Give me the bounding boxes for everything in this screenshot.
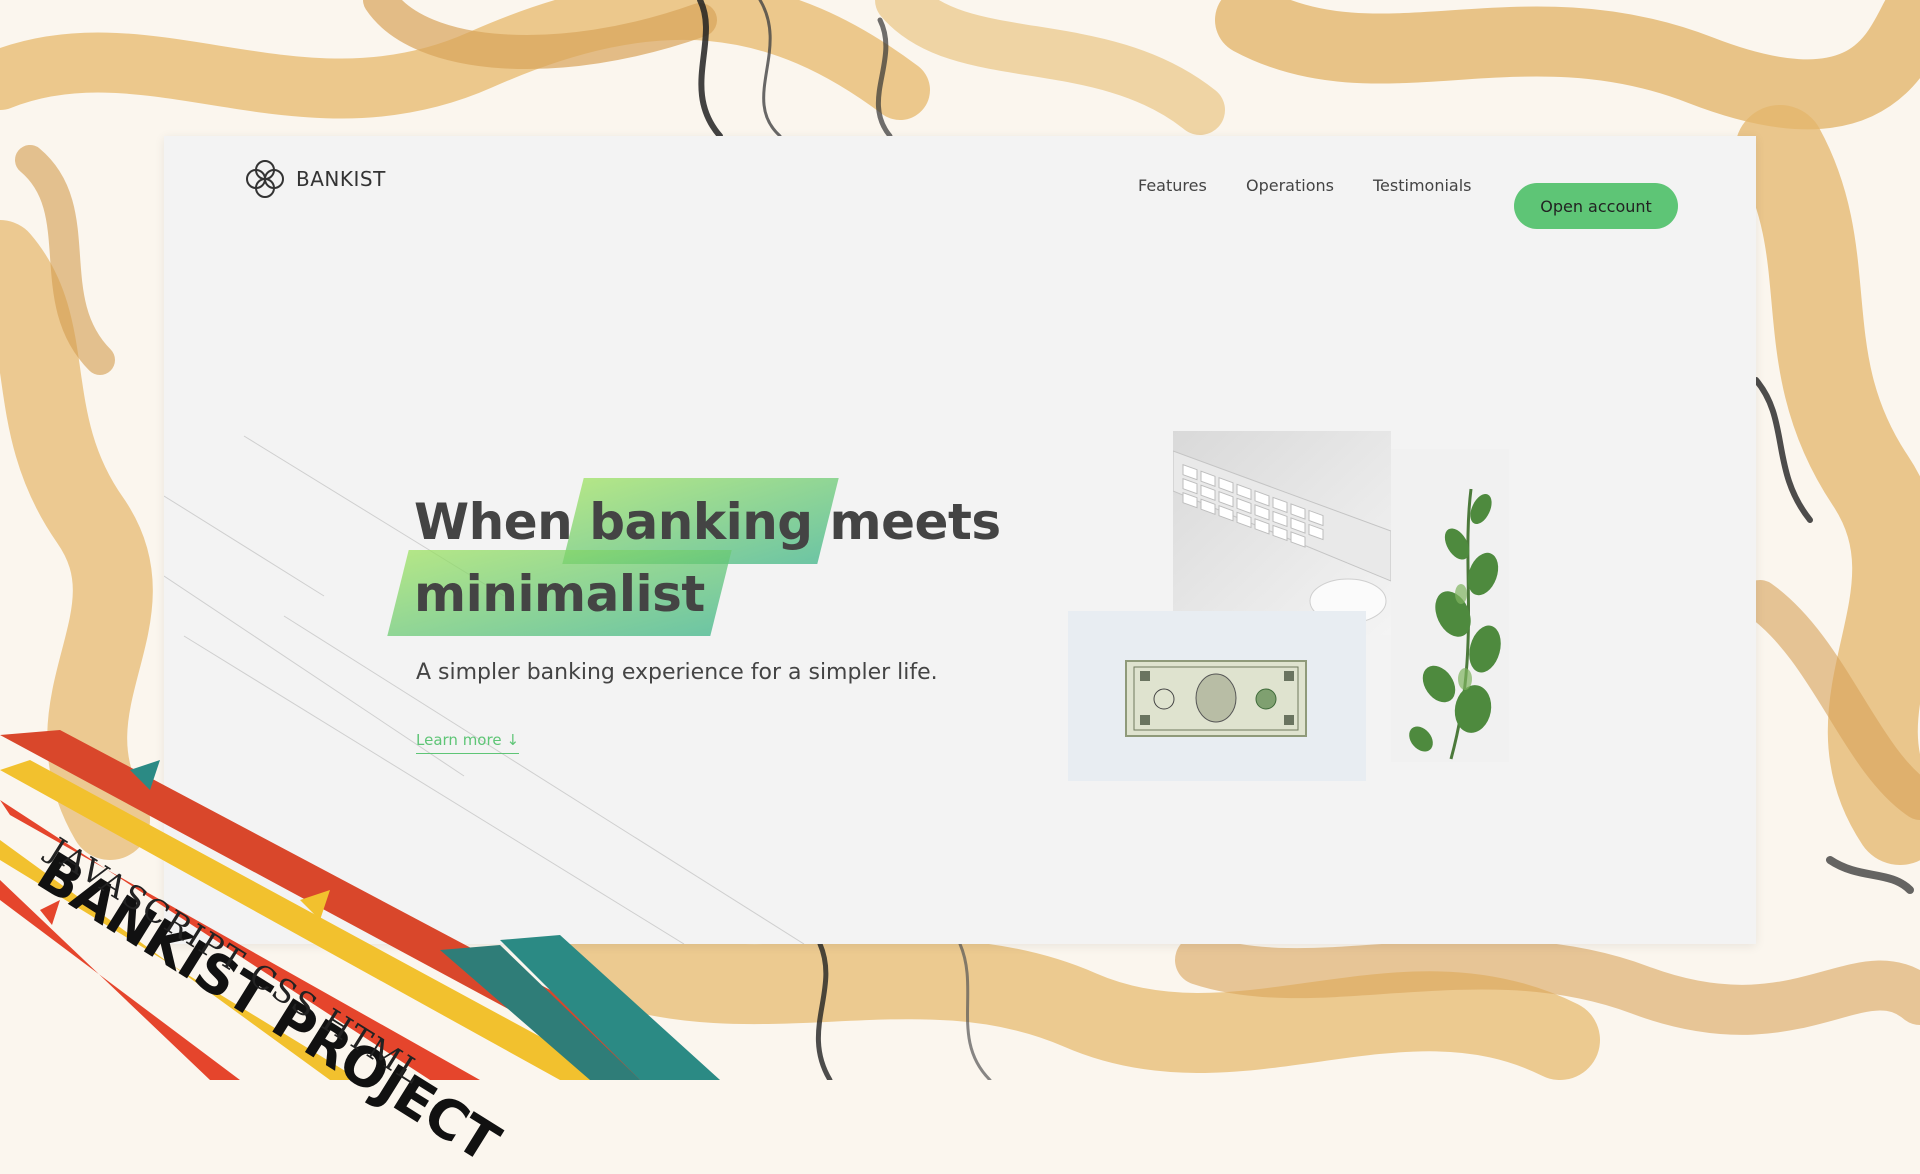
navigation-bar: BANKIST Features Operations Testimonials… xyxy=(164,136,1756,246)
nav-link-testimonials[interactable]: Testimonials xyxy=(1373,176,1472,195)
hero-title-line-1: When banking meets xyxy=(414,486,1001,558)
hero-title-line-2: minimalist xyxy=(414,558,1001,630)
nav-link-operations[interactable]: Operations xyxy=(1246,176,1334,195)
plant-image xyxy=(1391,449,1509,762)
arrow-down-icon: ↓ xyxy=(506,731,520,749)
hero-title: When banking meets minimalist xyxy=(414,486,1001,630)
hero-title-word-when: When xyxy=(414,493,573,551)
learn-more-label: Learn more xyxy=(416,731,502,749)
dollar-bill-image xyxy=(1068,611,1366,781)
hero-subtitle: A simpler banking experience for a simpl… xyxy=(416,660,938,685)
learn-more-link[interactable]: Learn more ↓ xyxy=(416,731,520,754)
nav-links: Features Operations Testimonials Open ac… xyxy=(164,166,1756,229)
website-screenshot: BANKIST Features Operations Testimonials… xyxy=(164,136,1756,944)
hero-highlight-minimalist: minimalist xyxy=(414,558,705,630)
open-account-button[interactable]: Open account xyxy=(1514,183,1678,229)
keyboard-mouse-image xyxy=(1173,431,1391,635)
nav-link-features[interactable]: Features xyxy=(1138,176,1207,195)
hero-highlight-banking: banking xyxy=(589,486,813,558)
hero-title-word-meets: meets xyxy=(829,493,1002,551)
